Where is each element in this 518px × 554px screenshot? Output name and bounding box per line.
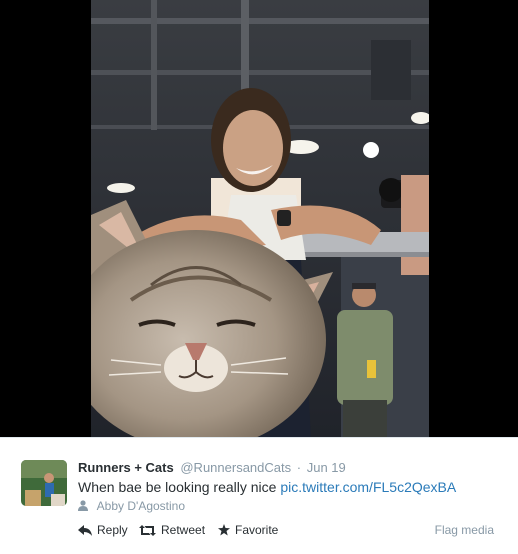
tweet-body: When bae be looking really nice <box>78 479 277 495</box>
media-viewer <box>0 0 518 437</box>
retweet-icon <box>139 524 156 536</box>
avatar[interactable] <box>21 460 67 506</box>
reply-label: Reply <box>97 523 128 537</box>
screen-name[interactable]: @RunnersandCats <box>180 460 291 475</box>
tweet-header: Runners + Cats @RunnersandCats · Jun 19 <box>78 460 498 475</box>
tweet-photo[interactable] <box>91 0 429 437</box>
tweet-card: Runners + Cats @RunnersandCats · Jun 19 … <box>0 437 518 554</box>
retweet-label: Retweet <box>161 523 206 537</box>
favorite-button[interactable]: Favorite <box>218 523 278 537</box>
separator-dot: · <box>296 460 302 475</box>
favorite-label: Favorite <box>235 523 279 537</box>
flag-media-link[interactable]: Flag media <box>435 523 494 537</box>
person-icon <box>78 500 88 511</box>
tweet-text: When bae be looking really nice pic.twit… <box>78 479 498 495</box>
display-name[interactable]: Runners + Cats <box>78 460 174 475</box>
timestamp[interactable]: Jun 19 <box>307 460 346 475</box>
photo-runner-and-cat <box>91 0 429 437</box>
avatar-image <box>21 460 67 506</box>
attribution-name[interactable]: Abby D'Agostino <box>97 499 185 513</box>
photo-attribution: Abby D'Agostino <box>78 499 185 513</box>
tweet-media-link[interactable]: pic.twitter.com/FL5c2QexBA <box>280 479 456 495</box>
reply-icon <box>78 524 92 536</box>
favorite-star-icon <box>218 524 230 536</box>
reply-button[interactable]: Reply <box>78 523 128 537</box>
tweet-actions: Reply Retweet Favorite Flag media <box>78 523 494 539</box>
retweet-button[interactable]: Retweet <box>139 523 205 537</box>
